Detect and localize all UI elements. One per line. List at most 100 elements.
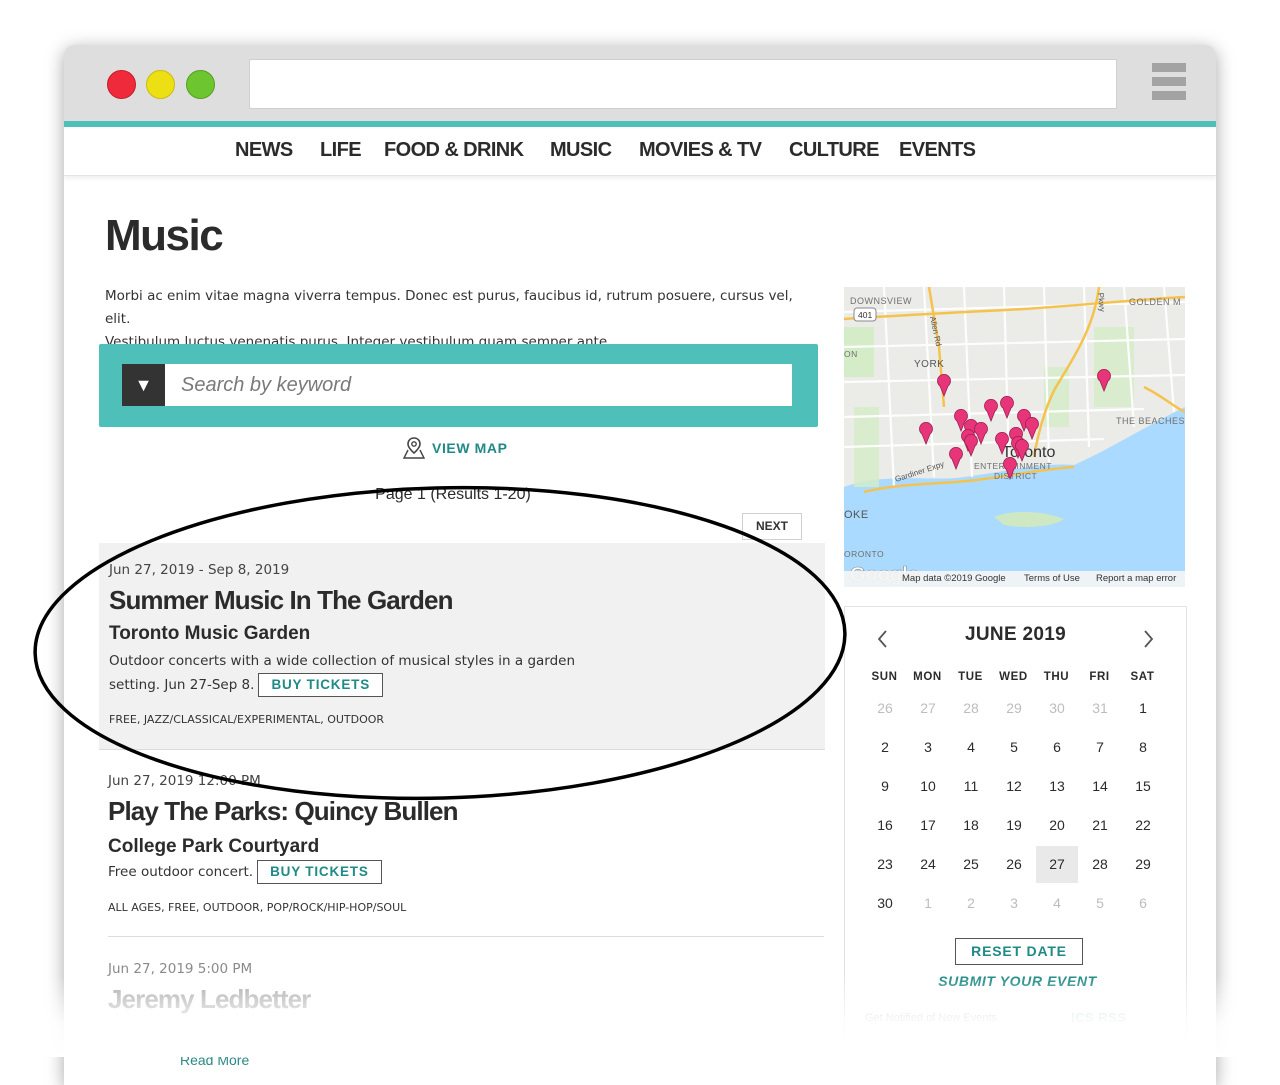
calendar-day[interactable]: 13	[1036, 768, 1078, 805]
chevron-right-icon[interactable]	[1140, 629, 1156, 649]
event-date: Jun 27, 2019 - Sep 8, 2019	[109, 562, 290, 578]
calendar-day[interactable]: 1	[907, 885, 949, 922]
calendar-day[interactable]: 29	[993, 690, 1035, 727]
calendar-day[interactable]: 19	[993, 807, 1035, 844]
highway-shield: 401	[858, 310, 872, 320]
event-date: Jun 27, 2019 5:00 PM	[108, 961, 253, 977]
nav-item-music[interactable]: MUSIC	[550, 139, 612, 162]
nav-item-news[interactable]: NEWS	[235, 139, 293, 162]
calendar-day[interactable]: 27	[1036, 846, 1078, 883]
event-venue[interactable]: College Park Courtyard	[108, 836, 319, 858]
maximize-window-button[interactable]	[186, 70, 215, 99]
calendar-day[interactable]: 10	[907, 768, 949, 805]
map-label: GOLDEN M	[1129, 297, 1181, 307]
reset-date-button[interactable]: RESET DATE	[955, 938, 1083, 965]
map-report-link[interactable]: Report a map error	[1096, 573, 1176, 584]
calendar-day[interactable]: 30	[864, 885, 906, 922]
calendar-day[interactable]: 2	[950, 885, 992, 922]
calendar-day[interactable]: 29	[1122, 846, 1164, 883]
map-label: YORK	[914, 359, 944, 370]
map-label: ORONTO	[844, 549, 884, 559]
calendar-day[interactable]: 24	[907, 846, 949, 883]
event-card: Jun 27, 2019 - Sep 8, 2019 Summer Music …	[99, 543, 825, 750]
calendar-day[interactable]: 12	[993, 768, 1035, 805]
weekday-header: WED	[999, 671, 1028, 683]
search-bar: ▼	[99, 344, 818, 427]
calendar-day[interactable]: 5	[993, 729, 1035, 766]
calendar-day[interactable]: 26	[864, 690, 906, 727]
map-terms-link[interactable]: Terms of Use	[1024, 573, 1080, 584]
feed-links[interactable]: ICS RSS	[1071, 1010, 1127, 1025]
event-title[interactable]: Play The Parks: Quincy Bullen	[108, 796, 458, 827]
calendar-day[interactable]: 4	[950, 729, 992, 766]
calendar-day[interactable]: 6	[1122, 885, 1164, 922]
event-title[interactable]: Jeremy Ledbetter	[108, 984, 311, 1015]
event-tags: ALL AGES, FREE, OUTDOOR, POP/ROCK/HIP-HO…	[108, 901, 407, 914]
calendar-day[interactable]: 30	[1036, 690, 1078, 727]
weekday-header: FRI	[1089, 671, 1110, 683]
calendar-day[interactable]: 1	[1122, 690, 1164, 727]
calendar-day[interactable]: 26	[993, 846, 1035, 883]
calendar-day[interactable]: 25	[950, 846, 992, 883]
event-tags: FREE, JAZZ/CLASSICAL/EXPERIMENTAL, OUTDO…	[109, 713, 385, 726]
calendar-day[interactable]: 15	[1122, 768, 1164, 805]
weekday-header: MON	[913, 671, 942, 683]
calendar-day[interactable]: 17	[907, 807, 949, 844]
buy-tickets-button[interactable]: BUY TICKETS	[257, 860, 382, 884]
calendar-day[interactable]: 23	[864, 846, 906, 883]
event-venue[interactable]: Toronto Music Garden	[109, 623, 310, 645]
calendar-day[interactable]: 2	[864, 729, 906, 766]
address-bar[interactable]	[249, 59, 1117, 109]
calendar-day[interactable]: 9	[864, 768, 906, 805]
view-map-label: VIEW MAP	[432, 440, 508, 456]
calendar-day[interactable]: 28	[1079, 846, 1121, 883]
nav-item-movies-tv[interactable]: MOVIES & TV	[639, 139, 762, 162]
next-page-button[interactable]: NEXT	[742, 513, 802, 540]
filter-dropdown-toggle[interactable]: ▼	[122, 364, 165, 406]
calendar-day[interactable]: 22	[1122, 807, 1164, 844]
hamburger-menu-icon[interactable]	[1152, 63, 1186, 103]
calendar-day[interactable]: 11	[950, 768, 992, 805]
calendar-day[interactable]: 3	[907, 729, 949, 766]
nav-item-events[interactable]: EVENTS	[899, 139, 976, 162]
calendar-day[interactable]: 31	[1079, 690, 1121, 727]
nav-item-culture[interactable]: CULTURE	[789, 139, 879, 162]
view-map-link[interactable]: VIEW MAP	[402, 435, 508, 461]
close-window-button[interactable]	[107, 70, 136, 99]
nav-item-food-drink[interactable]: FOOD & DRINK	[384, 139, 524, 162]
calendar-day[interactable]: 8	[1122, 729, 1164, 766]
search-input[interactable]	[165, 364, 792, 406]
minimize-window-button[interactable]	[146, 70, 175, 99]
events-map[interactable]: DOWNSVIEW GOLDEN M YORK THE BEACHES ENTE…	[844, 287, 1185, 587]
event-date: Jun 27, 2019 12:00 PM	[108, 773, 261, 789]
calendar-day[interactable]: 5	[1079, 885, 1121, 922]
calendar-day[interactable]: 20	[1036, 807, 1078, 844]
intro-line: Morbi ac enim vitae magna viverra tempus…	[105, 288, 793, 327]
map-attribution: Map data ©2019 Google Terms of Use Repor…	[844, 571, 1185, 587]
calendar-day[interactable]: 28	[950, 690, 992, 727]
calendar-day[interactable]: 7	[1079, 729, 1121, 766]
pagination-info: Page 1 (Results 1-20)	[375, 486, 531, 503]
calendar-day[interactable]: 27	[907, 690, 949, 727]
calendar-day[interactable]: 3	[993, 885, 1035, 922]
calendar-day[interactable]: 6	[1036, 729, 1078, 766]
calendar-day[interactable]: 14	[1079, 768, 1121, 805]
calendar-day[interactable]: 18	[950, 807, 992, 844]
event-card: Jun 27, 2019 5:00 PM Jeremy Ledbetter Re…	[108, 950, 824, 1070]
buy-tickets-button[interactable]: BUY TICKETS	[258, 673, 383, 697]
notify-text: Get Notified of New Events	[865, 1012, 998, 1024]
weekday-header: SAT	[1130, 671, 1155, 683]
calendar-day[interactable]: 21	[1079, 807, 1121, 844]
nav-item-life[interactable]: LIFE	[320, 139, 362, 162]
submit-event-link[interactable]: SUBMIT YOUR EVENT	[845, 973, 1190, 989]
map-data-text: Map data ©2019 Google	[902, 573, 1006, 584]
map-road-label: Pkwy	[1096, 292, 1107, 312]
main-navigation: NEWS LIFE FOOD & DRINK MUSIC MOVIES & TV…	[64, 127, 1216, 176]
calendar-day[interactable]: 16	[864, 807, 906, 844]
map-label: DOWNSVIEW	[850, 296, 912, 306]
calendar-day[interactable]: 4	[1036, 885, 1078, 922]
description-line: Outdoor concerts with a wide collection …	[109, 653, 576, 669]
weekday-header: THU	[1043, 671, 1070, 683]
event-title[interactable]: Summer Music In The Garden	[109, 585, 453, 616]
read-more-link[interactable]: Read More	[180, 1052, 249, 1068]
